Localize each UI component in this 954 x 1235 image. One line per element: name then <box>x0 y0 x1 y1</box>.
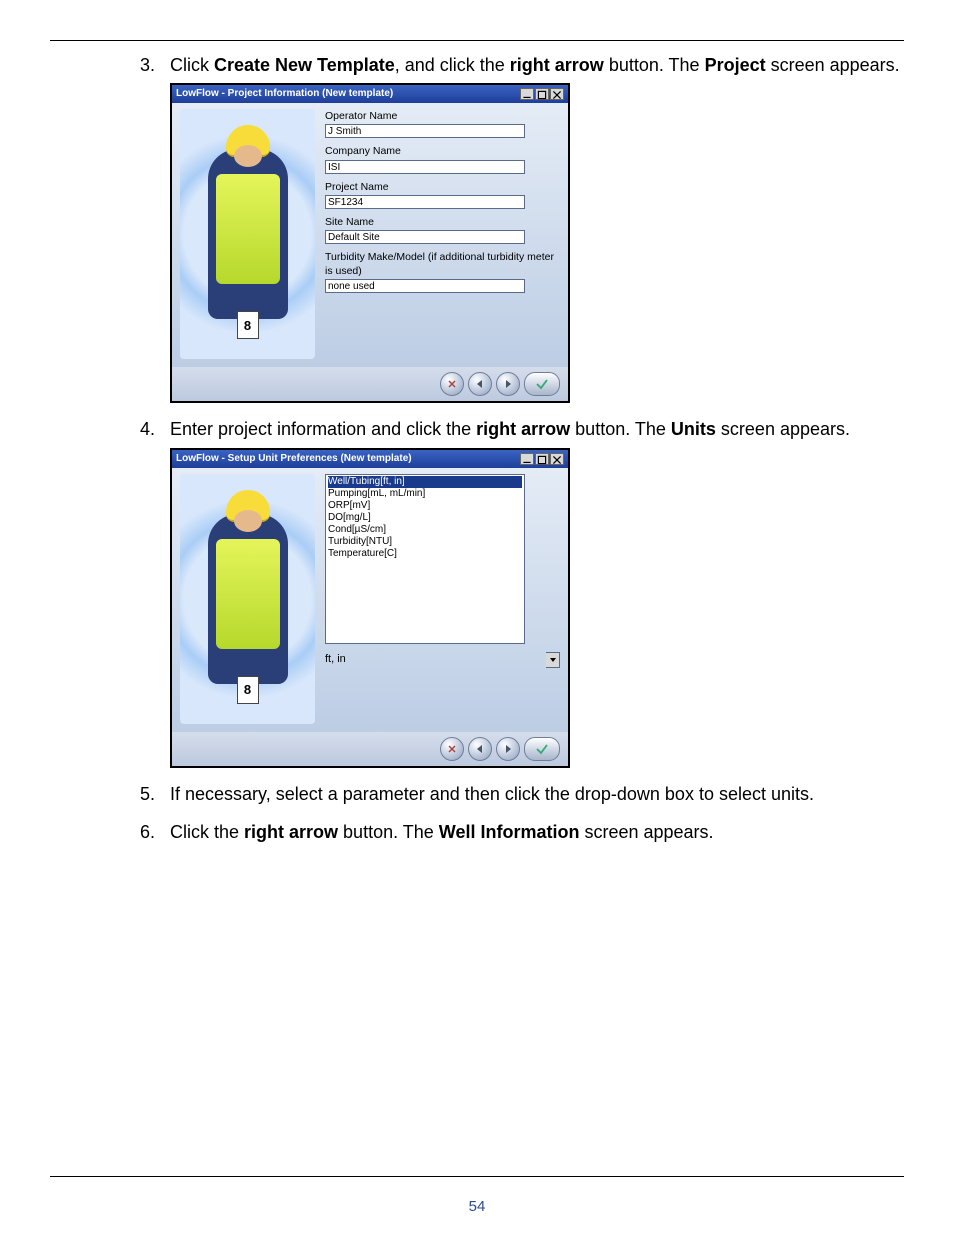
list-item[interactable]: ORP[mV] <box>328 500 522 512</box>
step-text: Click Create New Template, and click the… <box>170 55 900 75</box>
unit-preferences-window: LowFlow - Setup Unit Preferences (New te… <box>170 448 570 768</box>
step-5: 5. If necessary, select a parameter and … <box>50 782 904 806</box>
footer-rule <box>50 1176 904 1177</box>
titlebar: LowFlow - Setup Unit Preferences (New te… <box>172 450 568 468</box>
window-title: LowFlow - Setup Unit Preferences (New te… <box>176 450 412 468</box>
sidebar-illustration: 8 <box>180 474 315 724</box>
next-button[interactable] <box>496 372 520 396</box>
instruction-list: 3. Click Create New Template, and click … <box>50 53 904 844</box>
maximize-button[interactable] <box>535 453 549 465</box>
units-select-value[interactable]: ft, in <box>325 652 546 668</box>
document-page: 3. Click Create New Template, and click … <box>0 0 954 1235</box>
step-6: 6. Click the right arrow button. The Wel… <box>50 820 904 844</box>
next-button[interactable] <box>496 737 520 761</box>
step-3: 3. Click Create New Template, and click … <box>50 53 904 403</box>
window-body: 8 Operator Name J Smith Company Name ISI… <box>172 103 568 367</box>
form-column: Operator Name J Smith Company Name ISI P… <box>325 109 560 359</box>
site-name-label: Site Name <box>325 215 560 229</box>
window-title: LowFlow - Project Information (New templ… <box>176 85 393 103</box>
nav-bar <box>172 367 568 401</box>
step-text: Click the right arrow button. The Well I… <box>170 822 714 842</box>
step-number: 4. <box>140 417 155 441</box>
form-column: Well/Tubing[ft, in] Pumping[mL, mL/min] … <box>325 474 560 724</box>
project-info-window: LowFlow - Project Information (New templ… <box>170 83 570 403</box>
back-button[interactable] <box>468 372 492 396</box>
step-number: 6. <box>140 820 155 844</box>
chevron-down-icon <box>549 656 557 664</box>
nav-bar <box>172 732 568 766</box>
step-text: If necessary, select a parameter and the… <box>170 784 814 804</box>
step-number: 3. <box>140 53 155 77</box>
project-name-field[interactable]: SF1234 <box>325 195 525 209</box>
cancel-button[interactable] <box>440 372 464 396</box>
back-button[interactable] <box>468 737 492 761</box>
window-controls <box>520 88 564 100</box>
window-body: 8 Well/Tubing[ft, in] Pumping[mL, mL/min… <box>172 468 568 732</box>
company-name-field[interactable]: ISI <box>325 160 525 174</box>
units-select[interactable]: ft, in <box>325 652 560 668</box>
project-name-label: Project Name <box>325 180 560 194</box>
window-controls <box>520 453 564 465</box>
step-badge: 8 <box>237 676 259 704</box>
operator-name-label: Operator Name <box>325 109 560 123</box>
minimize-button[interactable] <box>520 453 534 465</box>
dropdown-button[interactable] <box>546 652 560 668</box>
list-item[interactable]: Pumping[mL, mL/min] <box>328 488 522 500</box>
close-button[interactable] <box>550 88 564 100</box>
operator-name-field[interactable]: J Smith <box>325 124 525 138</box>
confirm-button[interactable] <box>524 372 560 396</box>
minimize-button[interactable] <box>520 88 534 100</box>
maximize-button[interactable] <box>535 88 549 100</box>
titlebar: LowFlow - Project Information (New templ… <box>172 85 568 103</box>
site-name-field[interactable]: Default Site <box>325 230 525 244</box>
step-badge: 8 <box>237 311 259 339</box>
step-number: 5. <box>140 782 155 806</box>
step-4: 4. Enter project information and click t… <box>50 417 904 767</box>
turbidity-label: Turbidity Make/Model (if additional turb… <box>325 250 560 278</box>
page-number: 54 <box>0 1198 954 1215</box>
company-name-label: Company Name <box>325 144 560 158</box>
cancel-button[interactable] <box>440 737 464 761</box>
turbidity-field[interactable]: none used <box>325 279 525 293</box>
close-button[interactable] <box>550 453 564 465</box>
parameter-listbox[interactable]: Well/Tubing[ft, in] Pumping[mL, mL/min] … <box>325 474 525 644</box>
list-item[interactable]: Well/Tubing[ft, in] <box>328 476 522 488</box>
sidebar-illustration: 8 <box>180 109 315 359</box>
list-item[interactable]: Temperature[C] <box>328 548 522 560</box>
list-item[interactable]: Cond[µS/cm] <box>328 524 522 536</box>
confirm-button[interactable] <box>524 737 560 761</box>
header-rule <box>50 40 904 41</box>
step-text: Enter project information and click the … <box>170 419 850 439</box>
list-item[interactable]: Turbidity[NTU] <box>328 536 522 548</box>
list-item[interactable]: DO[mg/L] <box>328 512 522 524</box>
